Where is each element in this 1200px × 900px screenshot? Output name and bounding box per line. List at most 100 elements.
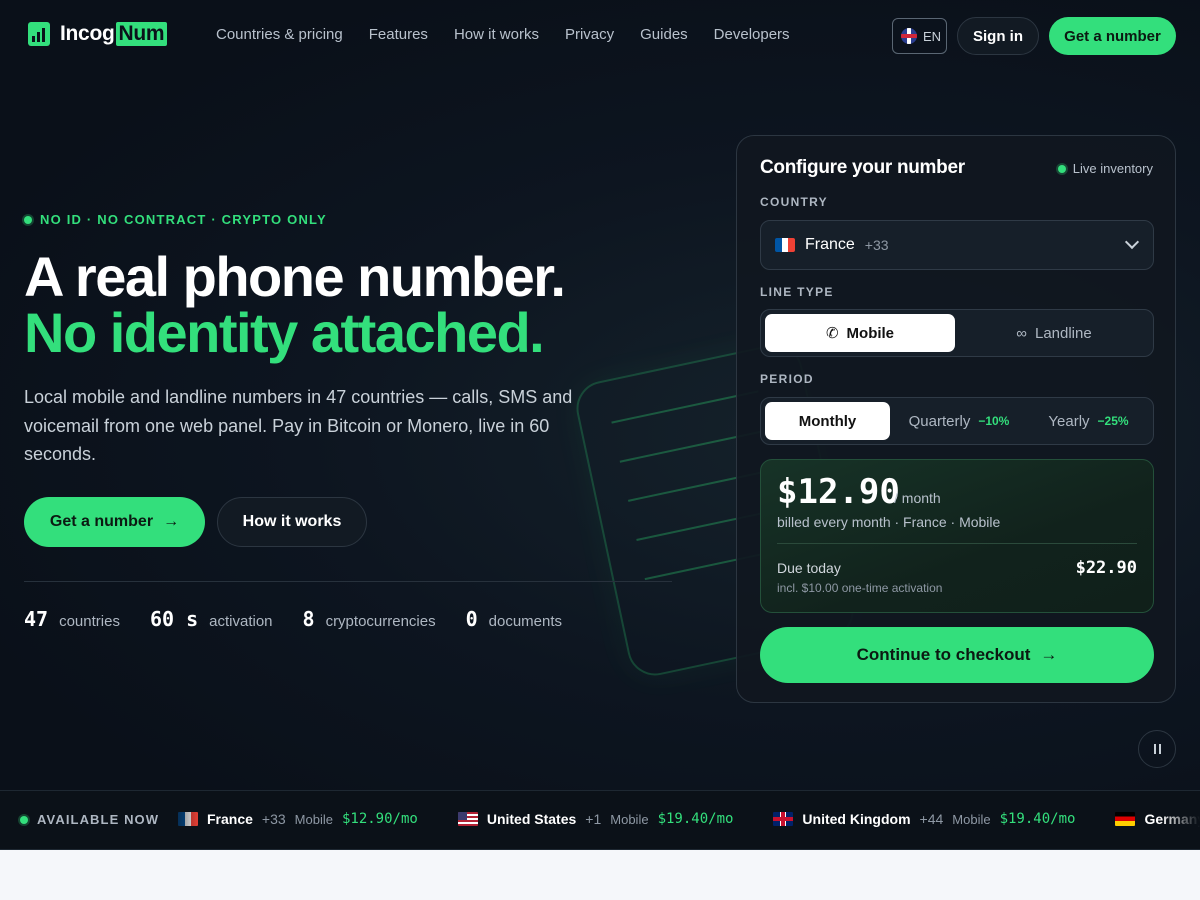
logo[interactable]: Incog Num [28, 22, 168, 46]
ticker-price: $19.40/mo [999, 811, 1076, 827]
live-dot-icon [1057, 164, 1066, 173]
period-yearly-label: Yearly [1048, 412, 1090, 430]
period-monthly[interactable]: Monthly [765, 402, 890, 440]
hero-get-number-label: Get a number [49, 513, 154, 530]
ticker-item[interactable]: France +33 Mobile $12.90/mo [178, 811, 418, 827]
france-flag-icon [775, 238, 795, 252]
live-inventory-label: Live inventory [1072, 161, 1153, 176]
ticker-country: United States [486, 811, 577, 827]
germany-flag-icon [1115, 812, 1136, 826]
nav-links: Countries & pricing Features How it work… [216, 26, 790, 43]
pause-animation-button[interactable] [1138, 730, 1176, 768]
top-nav: Incog Num Countries & pricing Features Ho… [0, 0, 1200, 72]
hero-how-it-works-button[interactable]: How it works [217, 497, 367, 547]
stat-activation: 60 s activation [150, 607, 273, 631]
ticker-items: France +33 Mobile $12.90/mo United State… [178, 811, 1200, 827]
hero-title-line2: No identity attached. [24, 301, 545, 364]
language-label: EN [923, 28, 942, 44]
pause-icon [1153, 744, 1156, 754]
due-today-label: Due today [777, 560, 841, 576]
period-label: PERIOD [760, 372, 814, 386]
status-dot-icon [20, 815, 28, 824]
ticker-code: +33 [261, 811, 286, 827]
price-period: / month [894, 490, 941, 506]
period-toggle: Monthly Quarterly −10% Yearly −25% [760, 397, 1154, 445]
get-number-nav-button[interactable]: Get a number [1049, 17, 1176, 55]
available-now-label: AVAILABLE NOW [20, 812, 159, 827]
hero-get-number-button[interactable]: Get a number → [24, 497, 205, 547]
price-amount: $12.90 [777, 472, 900, 512]
due-today-note: incl. $10.00 one-time activation [777, 581, 943, 595]
ticker-country: France [207, 811, 253, 827]
line-type-landline[interactable]: ∞ Landline [959, 314, 1149, 352]
card-title: Configure your number [760, 157, 965, 178]
ticker-country: United Kingdom [802, 811, 911, 827]
nav-link-developers[interactable]: Developers [714, 26, 790, 43]
stat-value: 47 [24, 607, 49, 631]
nav-link-guides[interactable]: Guides [640, 26, 688, 43]
chevron-down-icon [1124, 234, 1140, 250]
ticker-type: Mobile [294, 811, 333, 827]
sign-in-button[interactable]: Sign in [957, 17, 1039, 55]
ticker-fade-left [160, 791, 200, 849]
line-type-mobile[interactable]: ✆ Mobile [765, 314, 955, 352]
nav-link-how-it-works[interactable]: How it works [454, 26, 539, 43]
stat-value: 0 [465, 607, 478, 631]
price-divider [777, 543, 1137, 544]
status-dot-icon [24, 215, 32, 224]
stat-label: cryptocurrencies [325, 613, 436, 630]
price-summary: $12.90 / month billed every month · Fran… [760, 459, 1154, 613]
ticker-fade-right [1160, 791, 1200, 849]
hero-section: Incog Num Countries & pricing Features Ho… [0, 0, 1200, 790]
phone-icon: ✆ [825, 325, 839, 342]
arrow-right-icon: → [163, 513, 180, 530]
period-quarterly-label: Quarterly [908, 412, 971, 430]
language-switcher[interactable]: EN [892, 18, 947, 54]
period-yearly[interactable]: Yearly −25% [1026, 402, 1151, 440]
uk-flag-icon [901, 28, 917, 44]
hero-stats: 47 countries 60 s activation 8 cryptocur… [24, 607, 562, 631]
ticker-price: $19.40/mo [657, 811, 734, 827]
live-inventory-badge: Live inventory [1057, 161, 1153, 176]
ticker-item[interactable]: United States +1 Mobile $19.40/mo [457, 811, 734, 827]
period-quarterly[interactable]: Quarterly −10% [894, 402, 1024, 440]
configure-number-card: Configure your number Live inventory COU… [736, 135, 1176, 703]
continue-checkout-button[interactable]: Continue to checkout → [760, 627, 1154, 683]
line-type-toggle: ✆ Mobile ∞ Landline [760, 309, 1154, 357]
price-billing-note: billed every month · France · Mobile [777, 514, 1001, 530]
ticker-type: Mobile [610, 811, 649, 827]
country-select[interactable]: France +33 [760, 220, 1154, 270]
country-label: COUNTRY [760, 195, 828, 209]
next-section [0, 850, 1200, 900]
line-type-landline-label: Landline [1034, 324, 1092, 342]
arrow-right-icon: → [1040, 645, 1058, 664]
line-type-label: LINE TYPE [760, 285, 834, 299]
ticker-code: +1 [585, 811, 602, 827]
ticker-item[interactable]: United Kingdom +44 Mobile $19.40/mo [773, 811, 1075, 827]
ticker-type: Mobile [952, 811, 991, 827]
stat-label: activation [209, 613, 273, 630]
country-code: +33 [864, 237, 889, 253]
nav-link-privacy[interactable]: Privacy [565, 26, 614, 43]
nav-link-features[interactable]: Features [369, 26, 428, 43]
logo-bars-icon [28, 22, 50, 46]
nav-link-countries-pricing[interactable]: Countries & pricing [216, 26, 343, 43]
stat-countries: 47 countries [24, 607, 120, 631]
discount-badge: −10% [978, 414, 1010, 428]
stat-label: documents [488, 613, 563, 630]
ticker-price: $12.90/mo [341, 811, 418, 827]
period-monthly-label: Monthly [798, 412, 857, 430]
availability-ticker: France +33 Mobile $12.90/mo United State… [0, 790, 1200, 850]
country-name: France [805, 236, 855, 253]
eyebrow-text: NO ID · NO CONTRACT · CRYPTO ONLY [40, 212, 327, 227]
stats-divider [24, 581, 672, 582]
hero-eyebrow: NO ID · NO CONTRACT · CRYPTO ONLY [24, 212, 327, 227]
line-type-mobile-label: Mobile [846, 324, 895, 342]
voicemail-icon: ∞ [1016, 324, 1027, 342]
uk-flag-icon [773, 812, 794, 826]
due-today-amount: $22.90 [1075, 558, 1137, 578]
available-now-text: AVAILABLE NOW [37, 812, 160, 827]
stat-value: 8 [302, 607, 315, 631]
stat-documents: 0 documents [466, 607, 562, 631]
stat-cryptocurrencies: 8 cryptocurrencies [303, 607, 436, 631]
